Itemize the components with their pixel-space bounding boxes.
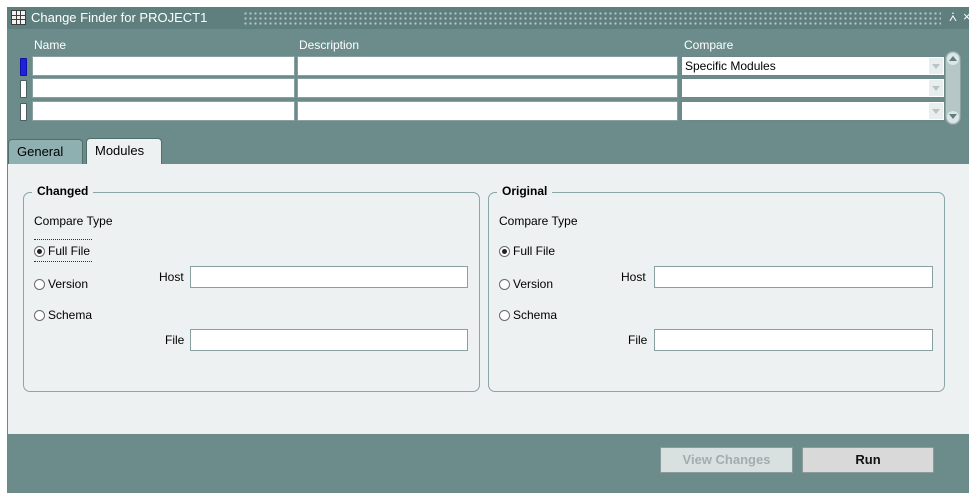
changed-version-label[interactable]: Version <box>48 277 88 291</box>
original-host-input[interactable] <box>654 266 933 288</box>
record-indicator[interactable] <box>20 80 27 98</box>
title-bar-texture <box>243 11 941 25</box>
column-header-description: Description <box>299 38 360 52</box>
original-file-label: File <box>628 333 648 347</box>
description-field[interactable] <box>297 101 678 121</box>
changed-full-file-radio[interactable] <box>34 246 45 257</box>
changed-full-file-label[interactable]: Full File <box>48 244 90 258</box>
title-bar[interactable]: Change Finder for PROJECT1 ⩑ × <box>7 7 969 29</box>
changed-schema-label[interactable]: Schema <box>48 308 92 322</box>
grid-app-icon <box>11 10 26 25</box>
changed-compare-type-label: Compare Type <box>34 214 113 228</box>
compare-select[interactable]: Specific Modules <box>681 56 945 76</box>
record-indicator[interactable] <box>20 103 27 121</box>
changed-version-radio[interactable] <box>34 279 45 290</box>
changed-group-title: Changed <box>32 184 94 198</box>
scroll-down-icon[interactable] <box>947 111 959 123</box>
focus-indicator <box>34 261 92 262</box>
changed-schema-radio[interactable] <box>34 310 45 321</box>
current-record-indicator[interactable] <box>20 58 27 76</box>
name-field[interactable] <box>32 56 295 76</box>
original-host-label: Host <box>621 270 646 284</box>
original-version-label[interactable]: Version <box>513 277 553 291</box>
column-header-name: Name <box>34 38 67 52</box>
name-field[interactable] <box>32 101 295 121</box>
chevron-down-icon[interactable] <box>929 80 943 96</box>
original-file-input[interactable] <box>654 329 933 351</box>
description-field[interactable] <box>297 78 678 98</box>
change-finder-window: Change Finder for PROJECT1 ⩑ × Name Desc… <box>0 0 969 493</box>
original-full-file-radio[interactable] <box>499 246 510 257</box>
chevron-down-icon[interactable] <box>929 58 943 74</box>
description-field[interactable] <box>297 56 678 76</box>
scroll-up-icon[interactable] <box>947 53 959 65</box>
view-changes-button[interactable]: View Changes <box>660 447 793 473</box>
original-group-title: Original <box>497 184 553 198</box>
window-title: Change Finder for PROJECT1 <box>31 10 208 25</box>
changed-group: Changed Compare Type Full File Version S… <box>23 184 480 392</box>
original-schema-label[interactable]: Schema <box>513 308 557 322</box>
records-scrollbar[interactable] <box>945 51 961 125</box>
original-schema-radio[interactable] <box>499 310 510 321</box>
column-header-compare: Compare <box>684 38 734 52</box>
original-full-file-label[interactable]: Full File <box>513 244 555 258</box>
modules-tab-panel: Changed Compare Type Full File Version S… <box>8 164 969 434</box>
original-version-radio[interactable] <box>499 279 510 290</box>
chevron-down-icon[interactable] <box>929 103 943 119</box>
changed-file-label: File <box>165 333 185 347</box>
compare-select[interactable] <box>681 101 945 121</box>
original-compare-type-label: Compare Type <box>499 214 578 228</box>
focus-indicator <box>34 239 92 240</box>
compare-select[interactable] <box>681 78 945 98</box>
name-field[interactable] <box>32 78 295 98</box>
close-icon[interactable]: × <box>963 9 969 24</box>
original-group: Original Compare Type Full File Version … <box>488 184 945 392</box>
tab-general[interactable]: General <box>8 139 83 165</box>
minimize-icon[interactable]: ⩑ <box>949 9 957 25</box>
changed-host-label: Host <box>159 270 184 284</box>
tab-modules[interactable]: Modules <box>86 138 162 165</box>
run-button[interactable]: Run <box>802 447 934 473</box>
changed-file-input[interactable] <box>190 329 468 351</box>
compare-select-value: Specific Modules <box>685 59 776 73</box>
changed-host-input[interactable] <box>190 266 468 288</box>
